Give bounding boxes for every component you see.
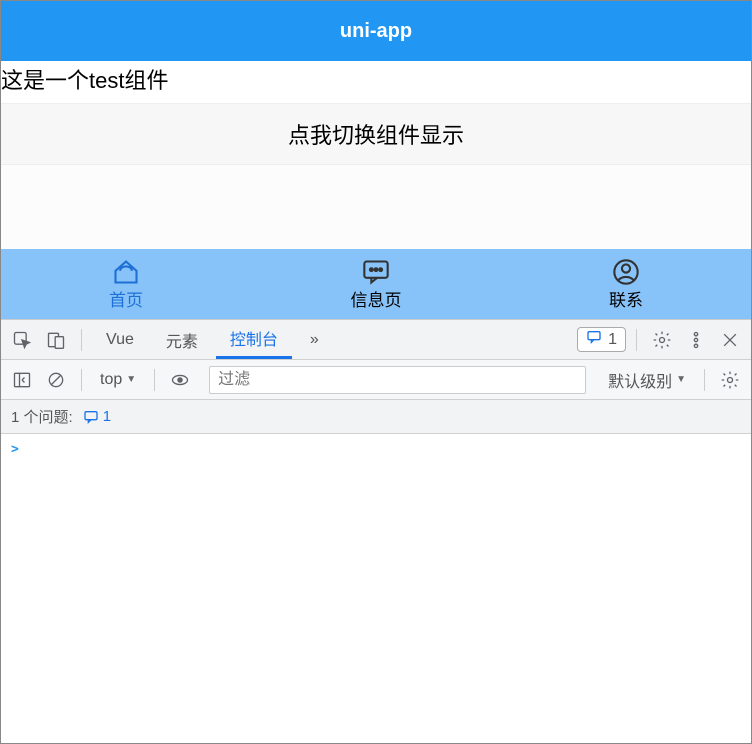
- message-icon: [586, 329, 602, 350]
- kebab-menu-button[interactable]: [681, 325, 711, 355]
- app-header: uni-app: [1, 1, 751, 61]
- user-icon: [612, 258, 640, 284]
- tab-bar: 首页 信息页 联系: [1, 249, 751, 319]
- inspect-element-button[interactable]: [7, 325, 37, 355]
- device-toggle-button[interactable]: [41, 325, 71, 355]
- devtools-panel: Vue 元素 控制台 » 1 top ▼: [1, 319, 751, 738]
- toggle-component-label: 点我切换组件显示: [288, 123, 464, 148]
- devtools-more-tabs[interactable]: »: [296, 320, 333, 359]
- dropdown-caret-icon: ▼: [676, 374, 686, 385]
- tab-home[interactable]: 首页: [1, 249, 251, 319]
- app-title: uni-app: [340, 20, 412, 42]
- tab-contact[interactable]: 联系: [501, 249, 751, 319]
- tab-home-label: 首页: [109, 286, 143, 311]
- console-sidebar-toggle[interactable]: [7, 365, 37, 395]
- log-level-label: 默认级别: [608, 368, 672, 392]
- devtools-tab-elements[interactable]: 元素: [152, 320, 212, 359]
- separator: [81, 369, 82, 391]
- console-filter-input[interactable]: [209, 366, 586, 394]
- live-expression-button[interactable]: [165, 365, 195, 395]
- issues-count: 1: [103, 408, 111, 425]
- console-prompt: >: [11, 442, 19, 457]
- devtools-tab-console[interactable]: 控制台: [216, 320, 292, 359]
- context-selector[interactable]: top ▼: [92, 369, 144, 391]
- tab-messages[interactable]: 信息页: [251, 249, 501, 319]
- separator: [636, 329, 637, 351]
- tab-messages-label: 信息页: [351, 286, 402, 311]
- messages-badge[interactable]: 1: [577, 327, 626, 352]
- log-level-selector[interactable]: 默认级别 ▼: [600, 366, 694, 394]
- issues-bar: 1 个问题: 1: [1, 400, 751, 434]
- close-devtools-button[interactable]: [715, 325, 745, 355]
- separator: [81, 329, 82, 351]
- devtools-main-toolbar: Vue 元素 控制台 » 1: [1, 320, 751, 360]
- chat-icon: [362, 258, 390, 284]
- context-selector-label: top: [100, 371, 122, 389]
- settings-button[interactable]: [647, 325, 677, 355]
- dropdown-caret-icon: ▼: [126, 374, 136, 385]
- clear-console-button[interactable]: [41, 365, 71, 395]
- issues-badge[interactable]: 1: [83, 408, 111, 425]
- toggle-component-button[interactable]: 点我切换组件显示: [1, 103, 751, 165]
- home-icon: [112, 258, 140, 284]
- separator: [154, 369, 155, 391]
- separator: [704, 369, 705, 391]
- console-body[interactable]: >: [1, 434, 751, 738]
- blank-area: [1, 165, 751, 249]
- issues-label: 1 个问题:: [11, 406, 73, 427]
- devtools-tab-vue[interactable]: Vue: [92, 320, 148, 359]
- console-settings-button[interactable]: [715, 365, 745, 395]
- component-text: 这是一个test组件: [1, 61, 751, 97]
- console-toolbar: top ▼ 默认级别 ▼: [1, 360, 751, 400]
- tab-contact-label: 联系: [609, 286, 643, 311]
- messages-count: 1: [608, 331, 617, 349]
